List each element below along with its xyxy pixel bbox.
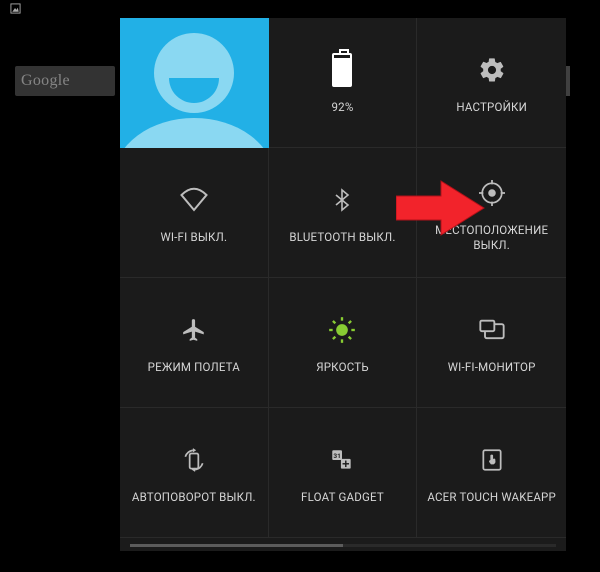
google-label: Google bbox=[21, 72, 70, 90]
location-tile[interactable]: МЕСТОПОЛОЖЕНИЕ ВЫКЛ. bbox=[417, 148, 566, 278]
brightness-icon bbox=[328, 310, 356, 350]
wifi-monitor-label: WI-FI-МОНИТОР bbox=[448, 360, 536, 374]
airplane-tile[interactable]: РЕЖИМ ПОЛЕТА bbox=[120, 278, 269, 408]
scroll-indicator bbox=[130, 544, 556, 547]
brightness-label: ЯРКОСТЬ bbox=[316, 360, 369, 374]
wifi-off-icon bbox=[179, 180, 209, 220]
touch-wake-tile[interactable]: ACER TOUCH WAKEAPP bbox=[417, 408, 566, 538]
location-icon bbox=[479, 173, 505, 213]
touch-hand-icon bbox=[479, 440, 505, 480]
autorotate-tile[interactable]: АВТОПОВОРОТ ВЫКЛ. bbox=[120, 408, 269, 538]
brightness-tile[interactable]: ЯРКОСТЬ bbox=[269, 278, 418, 408]
wifi-tile[interactable]: WI-FI ВЫКЛ. bbox=[120, 148, 269, 278]
gear-icon bbox=[478, 50, 506, 90]
float-gadget-label: FLOAT GADGET bbox=[301, 490, 384, 504]
avatar-icon bbox=[120, 18, 269, 148]
bluetooth-icon bbox=[330, 180, 354, 220]
image-notification-icon bbox=[10, 3, 21, 14]
svg-text:31: 31 bbox=[334, 452, 341, 460]
touch-wake-label: ACER TOUCH WAKEAPP bbox=[427, 490, 556, 504]
google-search-box[interactable]: Google bbox=[15, 66, 115, 96]
bluetooth-tile[interactable]: BLUETOOTH ВЫКЛ. bbox=[269, 148, 418, 278]
battery-label: 92% bbox=[332, 100, 354, 114]
tiles-grid: 92% НАСТРОЙКИ WI-FI ВЫКЛ. bbox=[120, 18, 566, 538]
wifi-label: WI-FI ВЫКЛ. bbox=[160, 230, 227, 244]
autorotate-label: АВТОПОВОРОТ ВЫКЛ. bbox=[132, 490, 256, 504]
status-bar bbox=[0, 0, 600, 18]
battery-tile[interactable]: 92% bbox=[269, 18, 418, 148]
quick-settings-panel: 92% НАСТРОЙКИ WI-FI ВЫКЛ. bbox=[120, 18, 566, 551]
settings-tile[interactable]: НАСТРОЙКИ bbox=[417, 18, 566, 148]
wifi-monitor-tile[interactable]: WI-FI-МОНИТОР bbox=[417, 278, 566, 408]
bluetooth-label: BLUETOOTH ВЫКЛ. bbox=[289, 230, 395, 244]
float-gadget-tile[interactable]: 31 FLOAT GADGET bbox=[269, 408, 418, 538]
cast-icon bbox=[478, 310, 506, 350]
airplane-icon bbox=[181, 310, 207, 350]
battery-icon bbox=[332, 50, 352, 90]
location-label: МЕСТОПОЛОЖЕНИЕ ВЫКЛ. bbox=[421, 223, 562, 252]
float-gadget-icon: 31 bbox=[329, 440, 355, 480]
airplane-label: РЕЖИМ ПОЛЕТА bbox=[148, 360, 240, 374]
settings-label: НАСТРОЙКИ bbox=[456, 100, 527, 114]
user-tile[interactable] bbox=[120, 18, 269, 148]
autorotate-off-icon bbox=[181, 440, 207, 480]
